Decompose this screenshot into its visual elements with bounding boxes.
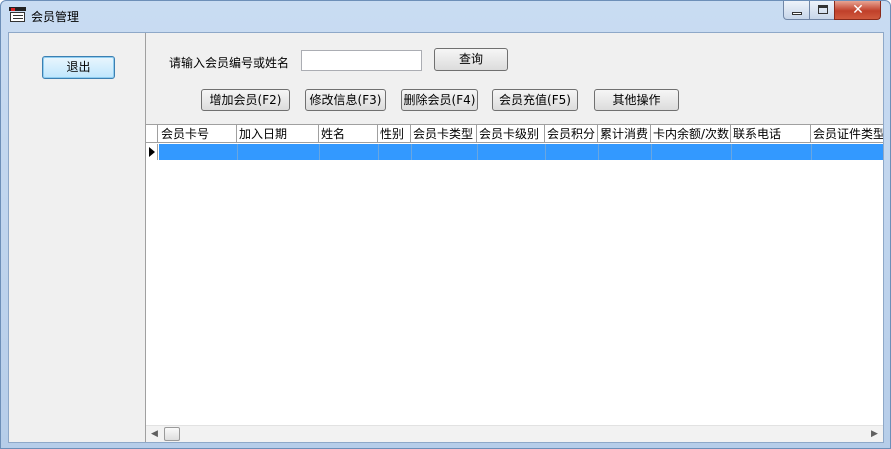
maximize-button[interactable]: [809, 1, 835, 20]
add-member-button[interactable]: 增加会员(F2): [201, 89, 290, 111]
edit-info-button[interactable]: 修改信息(F3): [305, 89, 386, 111]
search-input[interactable]: [301, 50, 422, 71]
close-icon: ✕: [852, 2, 864, 18]
scroll-left-arrow-icon[interactable]: ◀: [146, 426, 163, 442]
col-header-total-spent[interactable]: 累计消费: [598, 125, 651, 143]
col-header-card-type[interactable]: 会员卡类型: [411, 125, 477, 143]
member-grid[interactable]: 会员卡号 加入日期 姓名 性别 会员卡类型 会员卡级别 会员积分 累计消费 卡内…: [146, 124, 883, 442]
col-header-gender[interactable]: 性别: [378, 125, 411, 143]
query-button[interactable]: 查询: [434, 48, 508, 71]
scroll-thumb[interactable]: [164, 427, 180, 441]
grid-header: 会员卡号 加入日期 姓名 性别 会员卡类型 会员卡级别 会员积分 累计消费 卡内…: [146, 125, 883, 143]
maximize-icon: [818, 5, 828, 14]
selected-row-highlight[interactable]: [159, 144, 883, 160]
col-header-points[interactable]: 会员积分: [545, 125, 598, 143]
scroll-right-arrow-icon[interactable]: ▶: [866, 426, 883, 442]
row-header[interactable]: [146, 144, 158, 160]
other-operations-button[interactable]: 其他操作: [594, 89, 679, 111]
row-header-corner: [146, 125, 158, 143]
left-panel: 退出: [9, 33, 146, 442]
title-bar[interactable]: 会员管理 ✕: [1, 1, 890, 31]
main-window: 会员管理 ✕ 退出 请输入会员编号或姓名 查询 增加会员(F2) 修改信息(F3…: [0, 0, 891, 449]
minimize-button[interactable]: [783, 1, 810, 20]
row-pointer-icon: [149, 147, 155, 157]
window-title: 会员管理: [31, 10, 80, 24]
close-button[interactable]: ✕: [834, 1, 881, 20]
recharge-button[interactable]: 会员充值(F5): [492, 89, 578, 111]
exit-button[interactable]: 退出: [42, 56, 115, 79]
col-header-card-level[interactable]: 会员卡级别: [477, 125, 545, 143]
col-header-join-date[interactable]: 加入日期: [237, 125, 319, 143]
table-row[interactable]: [146, 144, 883, 160]
app-window-icon[interactable]: [9, 7, 26, 23]
client-area: 退出 请输入会员编号或姓名 查询 增加会员(F2) 修改信息(F3) 删除会员(…: [8, 32, 884, 443]
search-label: 请输入会员编号或姓名: [169, 56, 290, 70]
col-header-id-type[interactable]: 会员证件类型: [811, 125, 883, 143]
col-header-name[interactable]: 姓名: [319, 125, 378, 143]
minimize-icon: [792, 12, 802, 15]
delete-member-button[interactable]: 删除会员(F4): [401, 89, 478, 111]
col-header-card-no[interactable]: 会员卡号: [159, 125, 237, 143]
horizontal-scrollbar[interactable]: ◀ ▶: [146, 425, 883, 442]
col-header-phone[interactable]: 联系电话: [731, 125, 811, 143]
col-header-balance[interactable]: 卡内余额/次数: [651, 125, 731, 143]
